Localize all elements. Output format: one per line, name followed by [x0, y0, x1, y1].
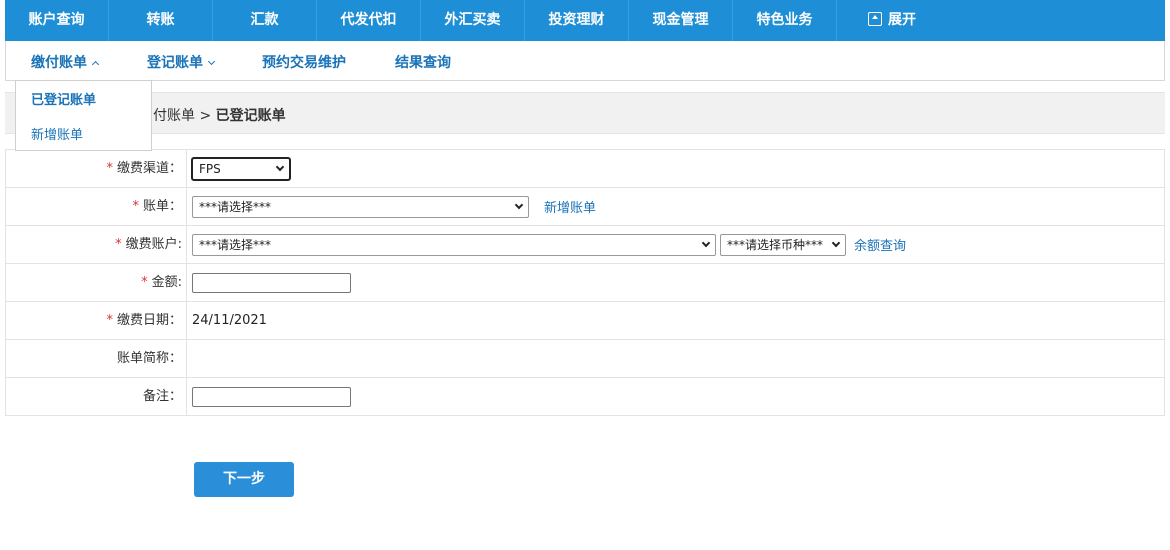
menu-item-new-bill[interactable]: 新增账单: [31, 124, 83, 143]
form-row-channel: * 缴费渠道： FPS: [5, 150, 1165, 188]
account-select-value: ***请选择***: [199, 237, 272, 252]
form-row-amount: * 金额:: [5, 264, 1165, 302]
form-row-bill-short-name: 账单简称：: [5, 340, 1165, 378]
nav-cash-management[interactable]: 现金管理: [629, 0, 733, 41]
channel-select-value: FPS: [199, 161, 221, 176]
form-row-remark: 备注：: [5, 378, 1165, 416]
breadcrumb-separator: >: [195, 108, 216, 124]
chevron-down-icon: [831, 238, 841, 247]
breadcrumb: 付账单 > 已登记账单: [5, 92, 1165, 134]
chevron-down-icon: [514, 200, 524, 209]
nav-forex[interactable]: 外汇买卖: [421, 0, 525, 41]
sub-nav: 缴付账单 登记账单 预约交易维护 结果查询: [5, 41, 1165, 81]
account-select[interactable]: ***请选择***: [192, 233, 716, 256]
subnav-register-bills[interactable]: 登记账单: [147, 52, 216, 72]
subnav-register-bills-label: 登记账单: [147, 55, 203, 71]
add-bill-link[interactable]: 新增账单: [544, 197, 596, 216]
account-label-text: 缴费账户:: [125, 237, 182, 252]
remark-input[interactable]: [192, 386, 351, 407]
pay-bills-dropdown: 已登记账单 新增账单: [15, 80, 152, 151]
nav-investment[interactable]: 投资理财: [525, 0, 629, 41]
currency-select[interactable]: ***请选择币种***: [720, 233, 846, 256]
subnav-result-query[interactable]: 结果查询: [395, 52, 451, 72]
chevron-down-icon: [701, 238, 711, 247]
channel-label-text: 缴费渠道：: [116, 161, 182, 176]
payment-date-value: 24/11/2021: [192, 313, 267, 328]
required-mark: *: [115, 237, 122, 252]
amount-label-text: 金额:: [151, 275, 182, 290]
required-mark: *: [106, 161, 113, 176]
subnav-scheduled-maintenance[interactable]: 预约交易维护: [262, 52, 346, 72]
menu-item-registered-bills[interactable]: 已登记账单: [31, 89, 96, 108]
nav-payroll[interactable]: 代发代扣: [317, 0, 421, 41]
channel-label: * 缴费渠道：: [6, 150, 187, 187]
amount-label: * 金额:: [6, 264, 187, 301]
bill-select[interactable]: ***请选择***: [192, 195, 529, 218]
subnav-pay-bills-label: 缴付账单: [31, 55, 87, 71]
remark-field: [192, 378, 351, 415]
bill-select-value: ***请选择***: [199, 199, 272, 214]
required-mark: *: [106, 313, 113, 328]
chevron-down-icon: [207, 57, 216, 66]
breadcrumb-text: 付账单 > 已登记账单: [153, 105, 286, 125]
payment-form: * 缴费渠道： FPS * 账单： ***请选择*** 新增账单 * 缴费账户: **…: [5, 149, 1165, 416]
expand-icon: [868, 12, 882, 26]
amount-input[interactable]: [192, 272, 351, 293]
remark-label: 备注：: [6, 378, 187, 415]
required-mark: *: [132, 199, 139, 214]
bill-label-text: 账单：: [142, 199, 182, 214]
bill-short-name-label: 账单简称：: [6, 340, 187, 377]
form-row-bill: * 账单： ***请选择*** 新增账单: [5, 188, 1165, 226]
breadcrumb-parent[interactable]: 付账单: [153, 108, 195, 124]
nav-special-services[interactable]: 特色业务: [733, 0, 837, 41]
form-row-date: * 缴费日期： 24/11/2021: [5, 302, 1165, 340]
bill-short-name-label-text: 账单简称：: [116, 351, 182, 366]
currency-select-value: ***请选择币种***: [727, 237, 824, 252]
required-mark: *: [141, 275, 148, 290]
nav-remittance[interactable]: 汇款: [213, 0, 317, 41]
next-step-button[interactable]: 下一步: [194, 462, 294, 497]
account-field: ***请选择*** ***请选择币种*** 余额查询: [192, 226, 906, 263]
expand-button[interactable]: 展开: [837, 0, 947, 41]
nav-account-query[interactable]: 账户查询: [5, 0, 109, 41]
top-nav: 账户查询 转账 汇款 代发代扣 外汇买卖 投资理财 现金管理 特色业务 展开: [5, 0, 1165, 41]
form-row-account: * 缴费账户: ***请选择*** ***请选择币种*** 余额查询: [5, 226, 1165, 264]
nav-transfer[interactable]: 转账: [109, 0, 213, 41]
bill-field: ***请选择*** 新增账单: [192, 188, 596, 225]
remark-label-text: 备注：: [142, 389, 182, 404]
subnav-pay-bills[interactable]: 缴付账单: [31, 52, 100, 72]
chevron-down-icon: [275, 162, 285, 171]
chevron-up-icon: [91, 60, 100, 69]
balance-query-link[interactable]: 余额查询: [854, 235, 906, 254]
expand-label: 展开: [888, 12, 916, 28]
channel-select[interactable]: FPS: [191, 156, 291, 181]
date-label-text: 缴费日期：: [116, 313, 182, 328]
account-label: * 缴费账户:: [6, 226, 187, 263]
bill-label: * 账单：: [6, 188, 187, 225]
channel-field: FPS: [191, 150, 291, 187]
amount-field: [192, 264, 351, 301]
breadcrumb-current: 已登记账单: [215, 108, 286, 124]
date-label: * 缴费日期：: [6, 302, 187, 339]
date-field: 24/11/2021: [192, 302, 267, 339]
